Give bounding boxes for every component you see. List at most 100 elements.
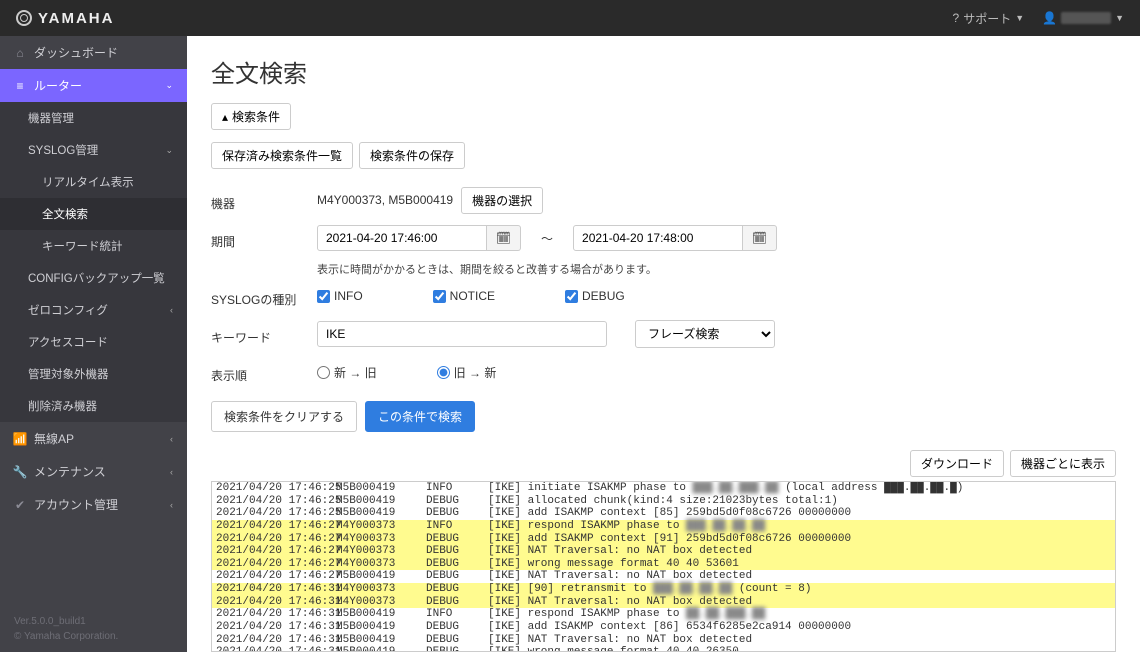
chevron-down-icon: ⌄ xyxy=(165,145,173,156)
keyword-input[interactable] xyxy=(317,321,607,347)
sidebar-item-label: SYSLOG管理 xyxy=(28,142,98,158)
device-value: M4Y000373, M5B000419 xyxy=(317,193,453,207)
topbar: YAMAHA ? サポート ▼ 👤 ▼ xyxy=(0,0,1140,36)
checkbox-notice[interactable]: NOTICE xyxy=(433,289,495,303)
chevron-left-icon: ‹ xyxy=(170,434,173,444)
checkbox-debug-label: DEBUG xyxy=(582,289,625,303)
log-row: 2021/04/20 17:46:31M4Y000373DEBUG[IKE] N… xyxy=(212,596,1115,609)
save-conditions-button[interactable]: 検索条件の保存 xyxy=(359,142,465,169)
sidebar-item-device-mgmt[interactable]: 機器管理 xyxy=(0,102,187,134)
sidebar: ⌂ ダッシュボード ≡ ルーター ⌄ 機器管理 SYSLOG管理 ⌄ リアルタイム… xyxy=(0,36,187,652)
clear-button[interactable]: 検索条件をクリアする xyxy=(211,401,357,432)
wifi-icon: 📶 xyxy=(14,432,26,446)
log-row: 2021/04/20 17:46:27M4Y000373INFO[IKE] re… xyxy=(212,520,1115,533)
chevron-down-icon: ⌄ xyxy=(165,80,173,91)
radio-new-old[interactable]: 新 → 旧 xyxy=(317,364,377,381)
download-button[interactable]: ダウンロード xyxy=(910,450,1004,477)
radio-new-old-label: 新 → 旧 xyxy=(334,364,377,381)
chevron-left-icon: ‹ xyxy=(170,500,173,510)
log-row: 2021/04/20 17:46:25M5B000419DEBUG[IKE] a… xyxy=(212,507,1115,520)
brand-logo-icon xyxy=(16,10,32,26)
sidebar-item-label: 全文検索 xyxy=(42,206,88,222)
log-row: 2021/04/20 17:46:27M5B000419DEBUG[IKE] N… xyxy=(212,570,1115,583)
chevron-up-icon: ▴ xyxy=(222,110,228,124)
sidebar-item-access-code[interactable]: アクセスコード xyxy=(0,326,187,358)
log-row: 2021/04/20 17:46:27M4Y000373DEBUG[IKE] a… xyxy=(212,533,1115,546)
label-keyword: キーワード xyxy=(211,323,317,346)
main-content: 全文検索 ▴ 検索条件 保存済み検索条件一覧 検索条件の保存 機器 M4Y000… xyxy=(187,36,1140,652)
sidebar-item-label: CONFIGバックアップ一覧 xyxy=(28,270,165,286)
sidebar-item-maintenance[interactable]: 🔧 メンテナンス ‹ xyxy=(0,455,187,488)
checkbox-info[interactable]: INFO xyxy=(317,289,363,303)
label-type: SYSLOGの種別 xyxy=(211,285,317,308)
radio-old-new-input[interactable] xyxy=(437,366,450,379)
sidebar-item-dashboard[interactable]: ⌂ ダッシュボード xyxy=(0,36,187,69)
search-button[interactable]: この条件で検索 xyxy=(365,401,475,432)
copyright-text: © Yamaha Corporation. xyxy=(14,629,173,644)
period-from-input[interactable] xyxy=(317,225,487,251)
sidebar-item-keyword-stats[interactable]: キーワード統計 xyxy=(0,230,187,262)
calendar-to-button[interactable]: 🗓 xyxy=(743,225,777,251)
sidebar-item-label: ゼロコンフィグ xyxy=(28,302,108,318)
check-icon: ✔ xyxy=(14,498,26,512)
radio-new-old-input[interactable] xyxy=(317,366,330,379)
sidebar-item-label: メンテナンス xyxy=(34,463,106,480)
label-period: 期間 xyxy=(211,227,317,250)
radio-old-new[interactable]: 旧 → 新 xyxy=(437,364,497,381)
support-label: サポート xyxy=(963,10,1011,27)
tilde: 〜 xyxy=(541,230,553,247)
sidebar-item-label: ルーター xyxy=(34,77,82,94)
sidebar-item-router[interactable]: ≡ ルーター ⌄ xyxy=(0,69,187,102)
sidebar-item-out-of-mgmt[interactable]: 管理対象外機器 xyxy=(0,358,187,390)
radio-old-new-label: 旧 → 新 xyxy=(454,364,497,381)
log-row: 2021/04/20 17:46:27M4Y000373DEBUG[IKE] N… xyxy=(212,545,1115,558)
sidebar-item-fulltext[interactable]: 全文検索 xyxy=(0,198,187,230)
sidebar-item-config-backup[interactable]: CONFIGバックアップ一覧 xyxy=(0,262,187,294)
log-output[interactable]: 2021/04/20 17:46:25M5B000419INFO[IKE] in… xyxy=(211,481,1116,652)
support-menu[interactable]: ? サポート ▼ xyxy=(953,10,1025,27)
home-icon: ⌂ xyxy=(14,46,26,60)
log-row: 2021/04/20 17:46:31M5B000419DEBUG[IKE] N… xyxy=(212,634,1115,647)
sidebar-item-zeroconfig[interactable]: ゼロコンフィグ‹ xyxy=(0,294,187,326)
period-note: 表示に時間がかかるときは、期間を絞ると改善する場合があります。 xyxy=(317,261,657,277)
checkbox-debug[interactable]: DEBUG xyxy=(565,289,625,303)
sidebar-item-label: 無線AP xyxy=(34,430,74,447)
user-menu[interactable]: 👤 ▼ xyxy=(1042,11,1124,25)
page-title: 全文検索 xyxy=(211,54,1116,89)
sidebar-item-label: 管理対象外機器 xyxy=(28,366,109,382)
log-row: 2021/04/20 17:46:31M5B000419DEBUG[IKE] w… xyxy=(212,646,1115,652)
period-to-input[interactable] xyxy=(573,225,743,251)
sidebar-item-label: キーワード統計 xyxy=(42,238,123,254)
checkbox-info-input[interactable] xyxy=(317,290,330,303)
saved-list-button[interactable]: 保存済み検索条件一覧 xyxy=(211,142,353,169)
log-row: 2021/04/20 17:46:31M5B000419INFO[IKE] re… xyxy=(212,608,1115,621)
search-mode-select[interactable]: フレーズ検索 xyxy=(635,320,775,348)
checkbox-info-label: INFO xyxy=(334,289,363,303)
log-row: 2021/04/20 17:46:31M5B000419DEBUG[IKE] a… xyxy=(212,621,1115,634)
calendar-icon: 🗓 xyxy=(496,231,511,245)
per-device-button[interactable]: 機器ごとに表示 xyxy=(1010,450,1116,477)
chevron-down-icon: ▼ xyxy=(1115,13,1124,23)
checkbox-notice-label: NOTICE xyxy=(450,289,495,303)
calendar-from-button[interactable]: 🗓 xyxy=(487,225,521,251)
sidebar-footer: Ver.5.0.0_build1 © Yamaha Corporation. xyxy=(0,606,187,652)
wrench-icon: 🔧 xyxy=(14,465,26,479)
sidebar-item-deleted[interactable]: 削除済み機器 xyxy=(0,390,187,422)
router-icon: ≡ xyxy=(14,79,26,93)
sidebar-item-realtime[interactable]: リアルタイム表示 xyxy=(0,166,187,198)
sidebar-item-syslog-mgmt[interactable]: SYSLOG管理 ⌄ xyxy=(0,134,187,166)
sidebar-item-ap[interactable]: 📶 無線AP ‹ xyxy=(0,422,187,455)
toggle-conditions-button[interactable]: ▴ 検索条件 xyxy=(211,103,291,130)
device-select-button[interactable]: 機器の選択 xyxy=(461,187,543,214)
sidebar-item-account[interactable]: ✔ アカウント管理 ‹ xyxy=(0,488,187,521)
log-row: 2021/04/20 17:46:25M5B000419INFO[IKE] in… xyxy=(212,482,1115,495)
checkbox-debug-input[interactable] xyxy=(565,290,578,303)
toggle-label: 検索条件 xyxy=(232,108,280,125)
sidebar-item-label: アクセスコード xyxy=(28,334,108,350)
chevron-left-icon: ‹ xyxy=(170,467,173,477)
brand-text: YAMAHA xyxy=(38,10,114,27)
checkbox-notice-input[interactable] xyxy=(433,290,446,303)
calendar-icon: 🗓 xyxy=(752,231,767,245)
label-device: 機器 xyxy=(211,189,317,212)
brand: YAMAHA xyxy=(16,10,114,27)
